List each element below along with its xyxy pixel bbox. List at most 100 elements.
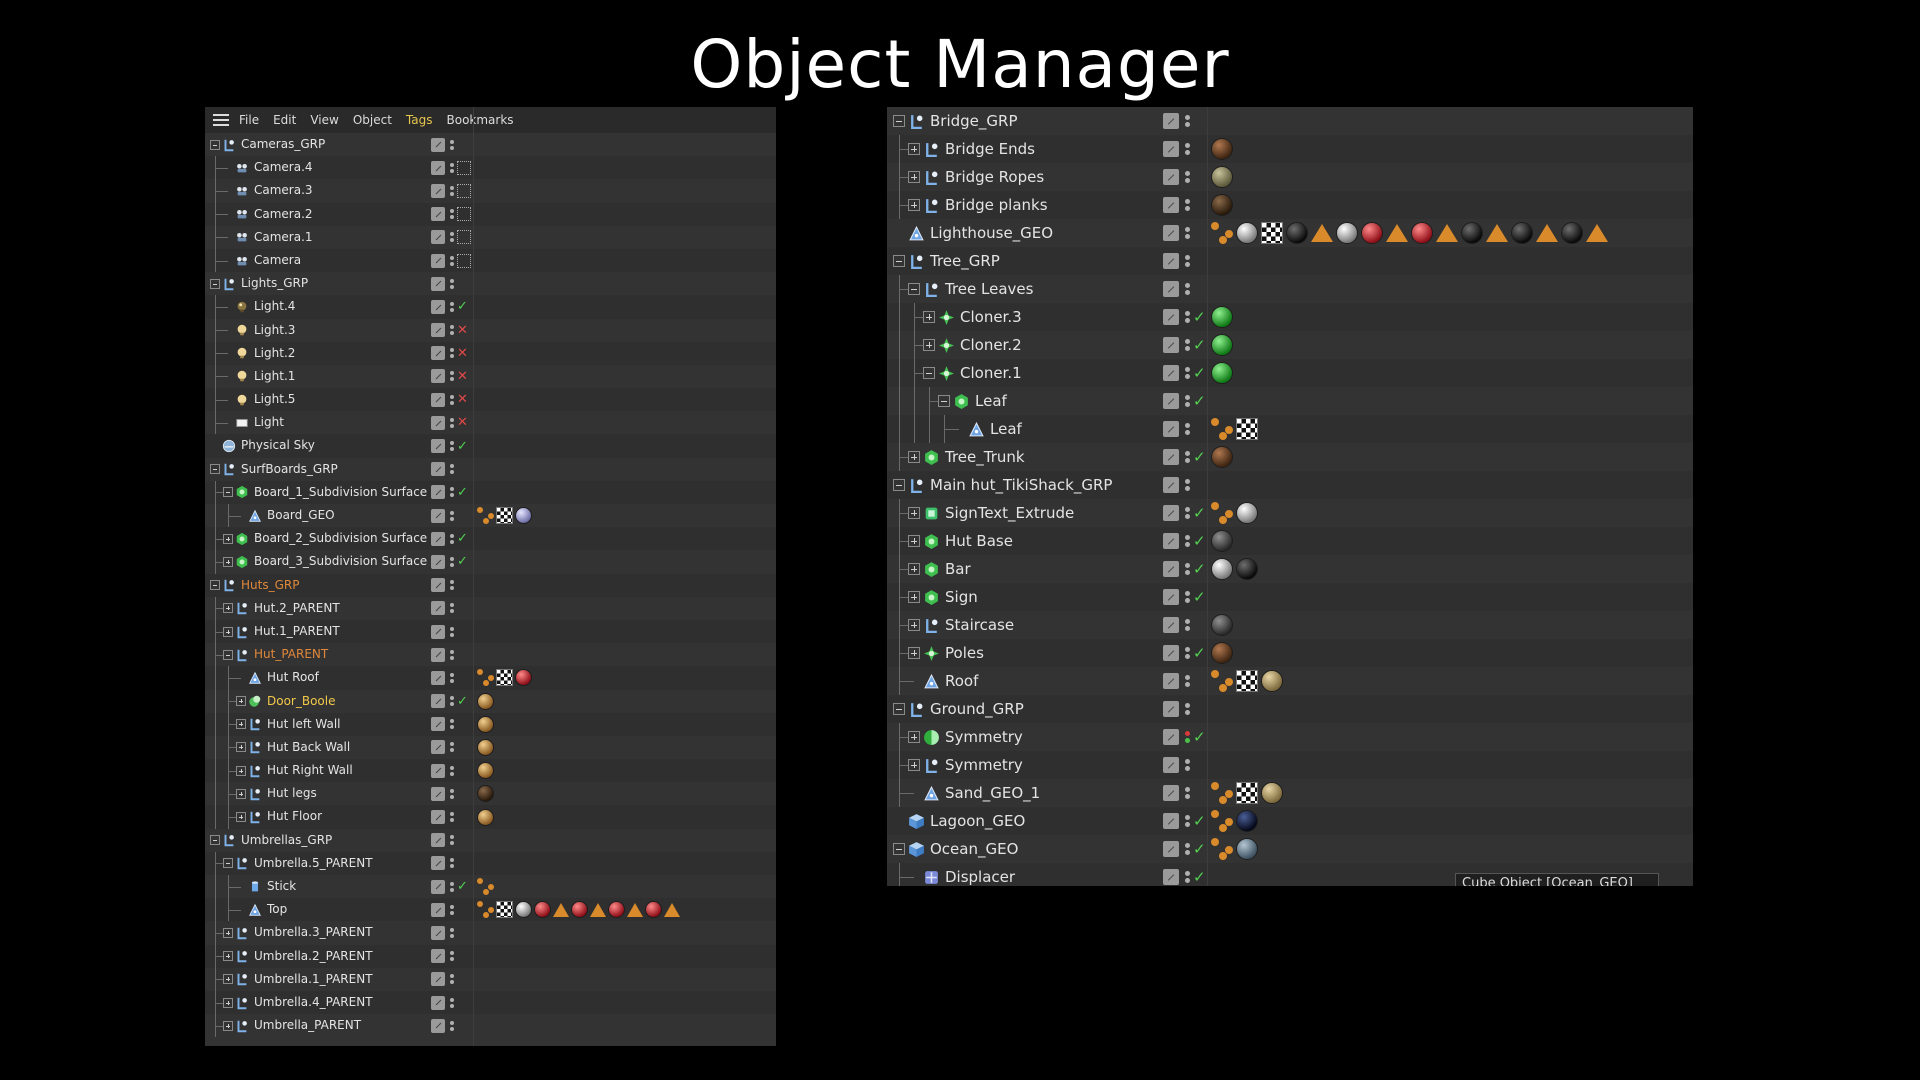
- collapse-minus-icon[interactable]: [210, 464, 220, 475]
- object-name[interactable]: Bridge_GRP: [930, 107, 1018, 135]
- visibility-dots-icon[interactable]: [450, 578, 454, 592]
- editable-toggle-icon[interactable]: [431, 833, 445, 848]
- object-row[interactable]: Board_GEO: [205, 504, 776, 528]
- editable-toggle-icon[interactable]: [431, 554, 445, 569]
- material-tag-darkgray-icon[interactable]: [1211, 614, 1233, 636]
- enabled-check-icon[interactable]: ✓: [1193, 728, 1206, 746]
- object-name[interactable]: Umbrella.1_PARENT: [254, 968, 373, 991]
- uvw-tag-icon[interactable]: [1211, 418, 1233, 440]
- object-row[interactable]: Board_3_Subdivision Surface ✓: [205, 550, 776, 574]
- expand-plus-icon[interactable]: [908, 759, 920, 771]
- object-name[interactable]: Bar: [945, 555, 971, 583]
- expand-plus-icon[interactable]: [223, 974, 233, 985]
- visibility-dots-icon[interactable]: [450, 300, 454, 314]
- object-name[interactable]: Staircase: [945, 611, 1014, 639]
- visibility-dots-icon[interactable]: [450, 323, 454, 337]
- editable-toggle-icon[interactable]: [431, 392, 445, 407]
- editable-toggle-icon[interactable]: [431, 694, 445, 709]
- editable-toggle-icon[interactable]: [431, 995, 445, 1010]
- object-name[interactable]: Cameras_GRP: [241, 133, 325, 156]
- editable-toggle-icon[interactable]: [1163, 729, 1179, 745]
- visibility-dots-icon[interactable]: [450, 926, 454, 940]
- collapse-minus-icon[interactable]: [938, 395, 950, 407]
- visibility-dots-icon[interactable]: [1185, 421, 1190, 437]
- uvw-tag-icon[interactable]: [477, 901, 494, 919]
- object-name[interactable]: Displacer: [945, 863, 1015, 886]
- selection-tag-triangle-icon[interactable]: [1436, 224, 1458, 242]
- collapse-minus-icon[interactable]: [223, 649, 233, 660]
- expand-plus-icon[interactable]: [908, 731, 920, 743]
- object-row[interactable]: Stick ✓: [205, 875, 776, 899]
- editable-toggle-icon[interactable]: [1163, 701, 1179, 717]
- visibility-dots-icon[interactable]: [450, 230, 454, 244]
- object-name[interactable]: Umbrella.2_PARENT: [254, 945, 373, 968]
- visibility-dots-icon[interactable]: [1185, 141, 1190, 157]
- object-row[interactable]: Light ✕: [205, 411, 776, 435]
- object-name[interactable]: Symmetry: [945, 723, 1023, 751]
- expand-plus-icon[interactable]: [908, 619, 920, 631]
- selection-tag-triangle-icon[interactable]: [553, 902, 569, 917]
- object-name[interactable]: Symmetry: [945, 751, 1023, 779]
- enabled-check-icon[interactable]: ✓: [1193, 392, 1206, 410]
- expand-plus-icon[interactable]: [908, 647, 920, 659]
- expand-plus-icon[interactable]: [236, 765, 246, 776]
- expand-plus-icon[interactable]: [236, 719, 246, 730]
- visibility-dots-icon[interactable]: [450, 996, 454, 1010]
- expand-plus-icon[interactable]: [223, 927, 233, 938]
- uvw-tag-icon[interactable]: [1211, 222, 1233, 244]
- object-row[interactable]: Symmetry: [887, 751, 1693, 779]
- expand-plus-icon[interactable]: [236, 696, 246, 707]
- object-row[interactable]: Top: [205, 898, 776, 922]
- enabled-check-icon[interactable]: ✓: [1193, 364, 1206, 382]
- material-tag-black-icon[interactable]: [1511, 222, 1533, 244]
- object-name[interactable]: Physical Sky: [241, 434, 315, 457]
- material-tag-black-icon[interactable]: [1561, 222, 1583, 244]
- object-row[interactable]: Umbrella_PARENT: [205, 1014, 776, 1038]
- object-name[interactable]: Ground_GRP: [930, 695, 1024, 723]
- object-row[interactable]: Hut.1_PARENT: [205, 619, 776, 644]
- enabled-check-icon[interactable]: ✓: [1193, 560, 1206, 578]
- object-row[interactable]: Board_1_Subdivision Surface ✓: [205, 480, 776, 504]
- selection-tag-triangle-icon[interactable]: [627, 902, 643, 917]
- expand-plus-icon[interactable]: [223, 626, 233, 637]
- visibility-dots-icon[interactable]: [1185, 337, 1190, 353]
- object-row[interactable]: Umbrellas_GRP: [205, 828, 776, 852]
- editable-toggle-icon[interactable]: [1163, 477, 1179, 493]
- visibility-dots-icon[interactable]: [450, 740, 454, 754]
- camera-target-box-icon[interactable]: [457, 253, 471, 268]
- visibility-dots-icon[interactable]: [450, 184, 454, 198]
- object-name[interactable]: Ocean_GEO: [930, 835, 1018, 863]
- camera-target-box-icon[interactable]: [457, 160, 471, 175]
- visibility-dots-icon[interactable]: [1185, 617, 1190, 633]
- material-tag-brownwood-icon[interactable]: [1211, 446, 1233, 468]
- texture-tag-checker-icon[interactable]: [1236, 670, 1258, 692]
- object-name[interactable]: Cloner.3: [960, 303, 1022, 331]
- object-row[interactable]: Umbrella.4_PARENT: [205, 990, 776, 1015]
- object-row[interactable]: Hut Roof: [205, 666, 776, 690]
- object-row[interactable]: Hut Floor: [205, 805, 776, 829]
- object-name[interactable]: Leaf: [975, 387, 1007, 415]
- expand-plus-icon[interactable]: [908, 199, 920, 211]
- editable-toggle-icon[interactable]: [431, 276, 445, 291]
- object-name[interactable]: Light: [254, 411, 284, 434]
- editable-toggle-icon[interactable]: [431, 624, 445, 639]
- visibility-dots-icon[interactable]: [1185, 841, 1190, 857]
- visibility-dots-icon[interactable]: [450, 254, 454, 268]
- object-row[interactable]: Poles ✓: [887, 639, 1693, 667]
- object-name[interactable]: Light.3: [254, 319, 295, 342]
- object-row[interactable]: Light.4 ✓: [205, 295, 776, 319]
- object-row[interactable]: Hut.2_PARENT: [205, 596, 776, 620]
- object-name[interactable]: Hut Back Wall: [267, 736, 350, 759]
- object-name[interactable]: Main hut_TikiShack_GRP: [930, 471, 1112, 499]
- collapse-minus-icon[interactable]: [893, 255, 905, 267]
- object-row[interactable]: Bridge_GRP: [887, 107, 1693, 135]
- menu-view[interactable]: View: [310, 113, 338, 127]
- enabled-check-icon[interactable]: ✓: [457, 694, 468, 709]
- editable-toggle-icon[interactable]: [1163, 253, 1179, 269]
- visibility-dots-icon[interactable]: [1185, 589, 1190, 605]
- editable-toggle-icon[interactable]: [431, 369, 445, 384]
- visibility-dots-icon[interactable]: [450, 949, 454, 963]
- object-row[interactable]: Physical Sky ✓: [205, 434, 776, 458]
- material-tag-white-icon[interactable]: [1336, 222, 1358, 244]
- hamburger-menu-icon[interactable]: [213, 114, 229, 126]
